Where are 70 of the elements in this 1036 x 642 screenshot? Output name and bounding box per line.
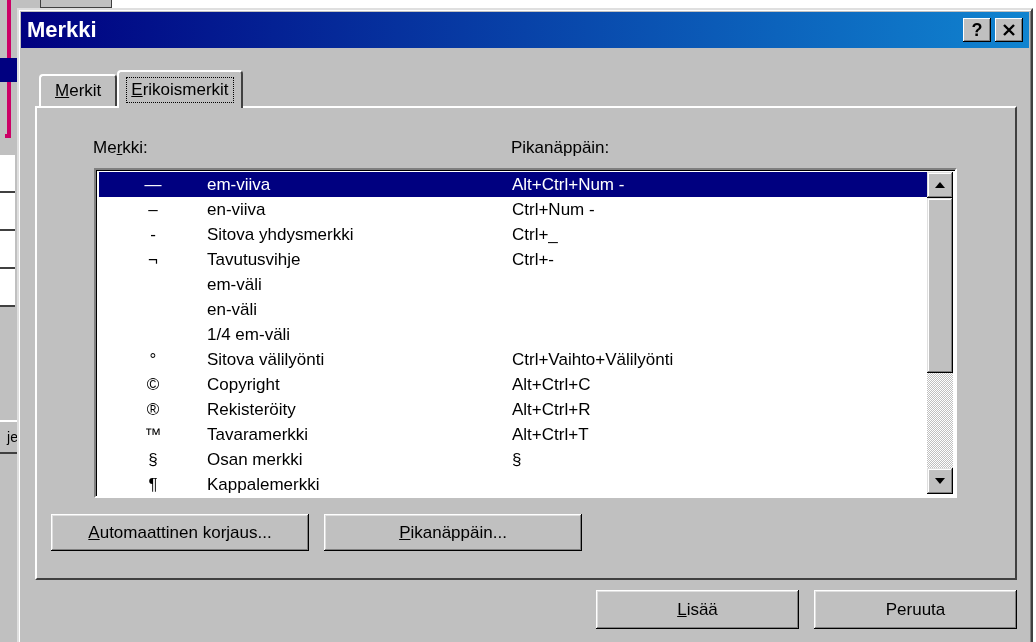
list-row[interactable]: - Sitova yhdysmerkki Ctrl+_ <box>99 222 927 247</box>
shortcut-text: Ctrl+_ <box>512 224 559 245</box>
tab[interactable]: Erikoismerkit <box>117 70 243 108</box>
shortcut-text: § <box>512 449 523 470</box>
list-row[interactable]: — em-viiva Alt+Ctrl+Num - <box>99 172 927 197</box>
shortcut-text: Alt+Ctrl+Num - <box>512 174 626 195</box>
grid-cell <box>0 269 15 307</box>
shortcut-text: Alt+Ctrl+C <box>512 374 592 395</box>
symbol-text: - <box>149 224 157 245</box>
action-button[interactable]: Automaattinen korjaus... <box>51 514 309 551</box>
column-label: Pikanäppäin: <box>511 138 611 159</box>
list-row[interactable]: ¶ Kappalemerkki <box>99 472 927 497</box>
symbol-text: — <box>143 174 163 195</box>
scrollbar-thumb[interactable] <box>927 198 953 373</box>
scroll-down-button[interactable] <box>927 468 953 494</box>
shortcut-text: Alt+Ctrl+T <box>512 424 590 445</box>
name-text: Sitova yhdysmerkki <box>207 224 355 245</box>
list-row[interactable]: en-väli <box>99 297 927 322</box>
symbol-text: © <box>145 374 161 395</box>
down-arrow-icon <box>934 477 946 485</box>
name-text: Sitova välilyönti <box>207 349 326 370</box>
list-row[interactable]: – en-viiva Ctrl+Num - <box>99 197 927 222</box>
window-title: Merkki <box>27 17 98 43</box>
name-text: 1/4 em-väli <box>207 324 292 345</box>
list-row[interactable]: ° Sitova välilyönti Ctrl+Vaihto+Välilyönti <box>99 347 927 372</box>
name-text: Copyright <box>207 374 281 395</box>
shortcut-text: Ctrl+- <box>512 249 556 270</box>
grid-cell <box>0 155 15 193</box>
shortcut-text: Ctrl+Vaihto+Välilyönti <box>512 349 675 370</box>
background-button[interactable]: je <box>0 420 18 454</box>
name-text: Tavutusvihje <box>207 249 302 270</box>
shortcut-text: Alt+Ctrl+R <box>512 399 592 420</box>
column-label: Merkki: <box>93 138 149 159</box>
name-text: em-viiva <box>207 174 272 195</box>
dialog-button[interactable]: Lisää <box>596 590 799 629</box>
shortcut-text: Ctrl+Num - <box>512 199 596 220</box>
symbol-text: ¬ <box>147 249 159 270</box>
scroll-up-button[interactable] <box>927 172 953 198</box>
list-row[interactable]: ™ Tavaramerkki Alt+Ctrl+T <box>99 422 927 447</box>
symbol-text: – <box>147 199 159 220</box>
up-arrow-icon <box>934 181 946 189</box>
list-row[interactable]: ¬ Tavutusvihje Ctrl+- <box>99 247 927 272</box>
title-bar <box>0 58 17 82</box>
symbol-text: ° <box>148 349 158 370</box>
name-text: Tavaramerkki <box>207 424 310 445</box>
grid-cell <box>0 193 15 231</box>
list-row[interactable]: 1/4 em-väli <box>99 322 927 347</box>
list-row[interactable]: © Copyright Alt+Ctrl+C <box>99 372 927 397</box>
name-text: en-viiva <box>207 199 267 220</box>
list-row[interactable]: § Osan merkki § <box>99 447 927 472</box>
symbol-text: § <box>147 449 159 470</box>
action-button[interactable]: Pikanäppäin... <box>324 514 582 551</box>
tab[interactable]: Merkit <box>39 74 118 106</box>
name-text: Kappalemerkki <box>207 474 321 495</box>
close-icon <box>1002 23 1016 37</box>
name-text: Osan merkki <box>207 449 304 470</box>
help-button[interactable]: ? <box>963 18 991 42</box>
grid-cell <box>0 231 15 269</box>
toolbar-button[interactable] <box>40 0 112 8</box>
name-text: Rekisteröity <box>207 399 297 420</box>
dialog-button[interactable]: Peruuta <box>814 590 1017 629</box>
list-row[interactable]: ® Rekisteröity Alt+Ctrl+R <box>99 397 927 422</box>
symbol-text: ® <box>145 399 161 420</box>
name-text: en-väli <box>207 299 259 320</box>
list-row[interactable]: em-väli <box>99 272 927 297</box>
symbol-text: ™ <box>143 424 163 445</box>
close-button[interactable] <box>995 18 1023 42</box>
character-list[interactable] <box>94 168 957 498</box>
name-text: em-väli <box>207 274 263 295</box>
symbol-text: ¶ <box>147 474 159 495</box>
